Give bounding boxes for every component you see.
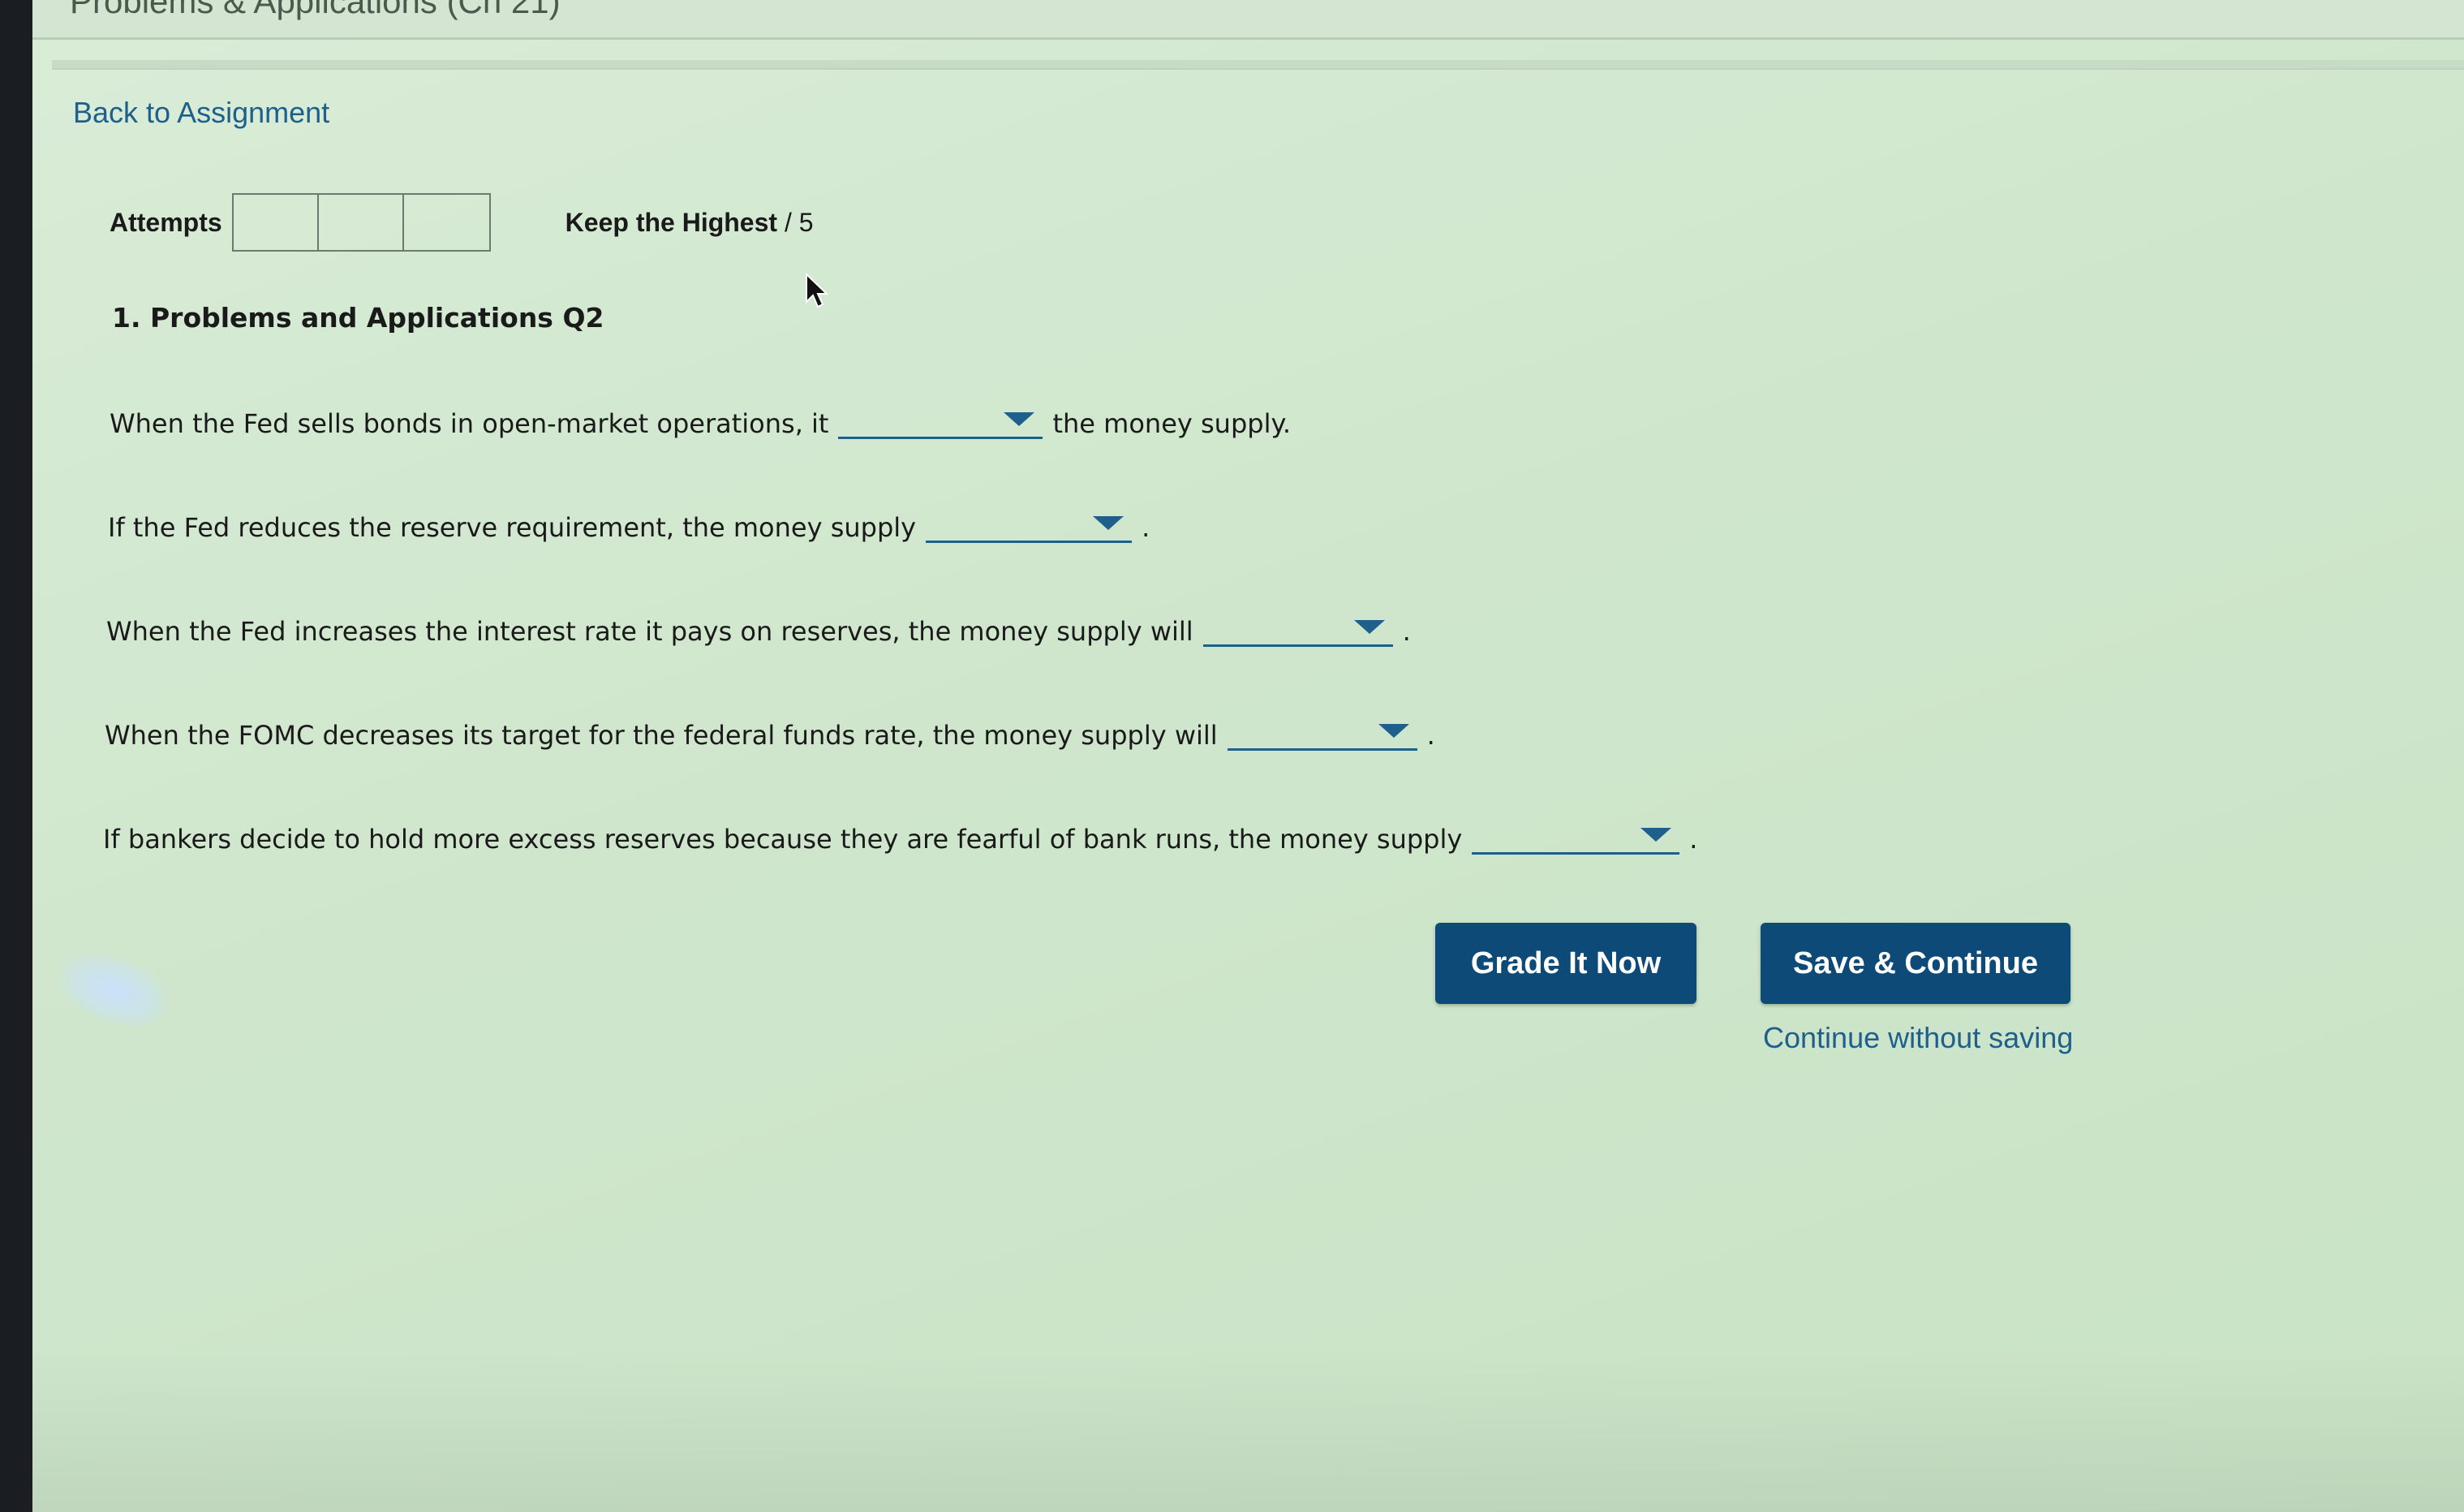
back-to-assignment-link[interactable]: Back to Assignment: [73, 96, 329, 130]
question-item-4: When the FOMC decreases its target for t…: [105, 716, 1435, 751]
answer-dropdown-3[interactable]: [1202, 612, 1393, 647]
attempts-label: Attempts: [110, 207, 222, 237]
divider: [52, 60, 2464, 70]
answer-dropdown-2[interactable]: [926, 508, 1133, 543]
attempt-box-3: [404, 195, 489, 250]
question-title: 1. Problems and Applications Q2: [112, 302, 604, 334]
attempt-box-2: [319, 195, 404, 250]
question-item-5: If bankers decide to hold more excess re…: [103, 820, 1697, 855]
screen-shade: [32, 1350, 2464, 1512]
question-item-2: If the Fed reduces the reserve requireme…: [108, 508, 1150, 543]
question-text-after: .: [1142, 512, 1150, 543]
assignment-page: Problems & Applications (Ch 21) Back to …: [32, 0, 2464, 1512]
question-text-after: .: [1426, 720, 1435, 751]
score-max: / 5: [777, 207, 814, 237]
question-text-before: If the Fed reduces the reserve requireme…: [108, 512, 917, 543]
question-text-before: If bankers decide to hold more excess re…: [103, 824, 1463, 855]
continue-without-saving-link[interactable]: Continue without saving: [1763, 1021, 2073, 1055]
question-text-after: .: [1689, 824, 1698, 855]
save-and-continue-button[interactable]: Save & Continue: [1761, 923, 2071, 1004]
question-item-1: When the Fed sells bonds in open-market …: [110, 404, 1291, 439]
score-policy: Keep the Highest: [565, 207, 778, 237]
question-text-before: When the Fed increases the interest rate…: [106, 616, 1193, 647]
caret-down-icon: [1004, 412, 1035, 426]
caret-down-icon: [1378, 724, 1409, 738]
caret-down-icon: [1641, 828, 1672, 842]
question-text-after: .: [1402, 616, 1411, 647]
question-text-before: When the FOMC decreases its target for t…: [105, 720, 1218, 751]
attempt-boxes: [231, 193, 491, 252]
screen-glare: [49, 940, 178, 1040]
title-bar: Problems & Applications (Ch 21): [32, 0, 2464, 40]
mouse-pointer-icon: [806, 273, 829, 308]
grade-it-now-button[interactable]: Grade It Now: [1435, 923, 1696, 1004]
question-text-after: the money supply.: [1052, 408, 1291, 439]
attempt-box-1: [234, 195, 319, 250]
question-item-3: When the Fed increases the interest rate…: [106, 612, 1411, 647]
caret-down-icon: [1353, 620, 1385, 634]
answer-dropdown-5[interactable]: [1472, 820, 1680, 855]
answer-dropdown-4[interactable]: [1227, 716, 1417, 751]
question-text-before: When the Fed sells bonds in open-market …: [110, 408, 829, 439]
answer-dropdown-1[interactable]: [838, 404, 1043, 439]
page-title: Problems & Applications (Ch 21): [70, 0, 561, 20]
attempts-row: Attempts Keep the Highest / 5: [110, 193, 814, 252]
score-label: Keep the Highest / 5: [565, 208, 814, 238]
caret-down-icon: [1093, 516, 1124, 530]
